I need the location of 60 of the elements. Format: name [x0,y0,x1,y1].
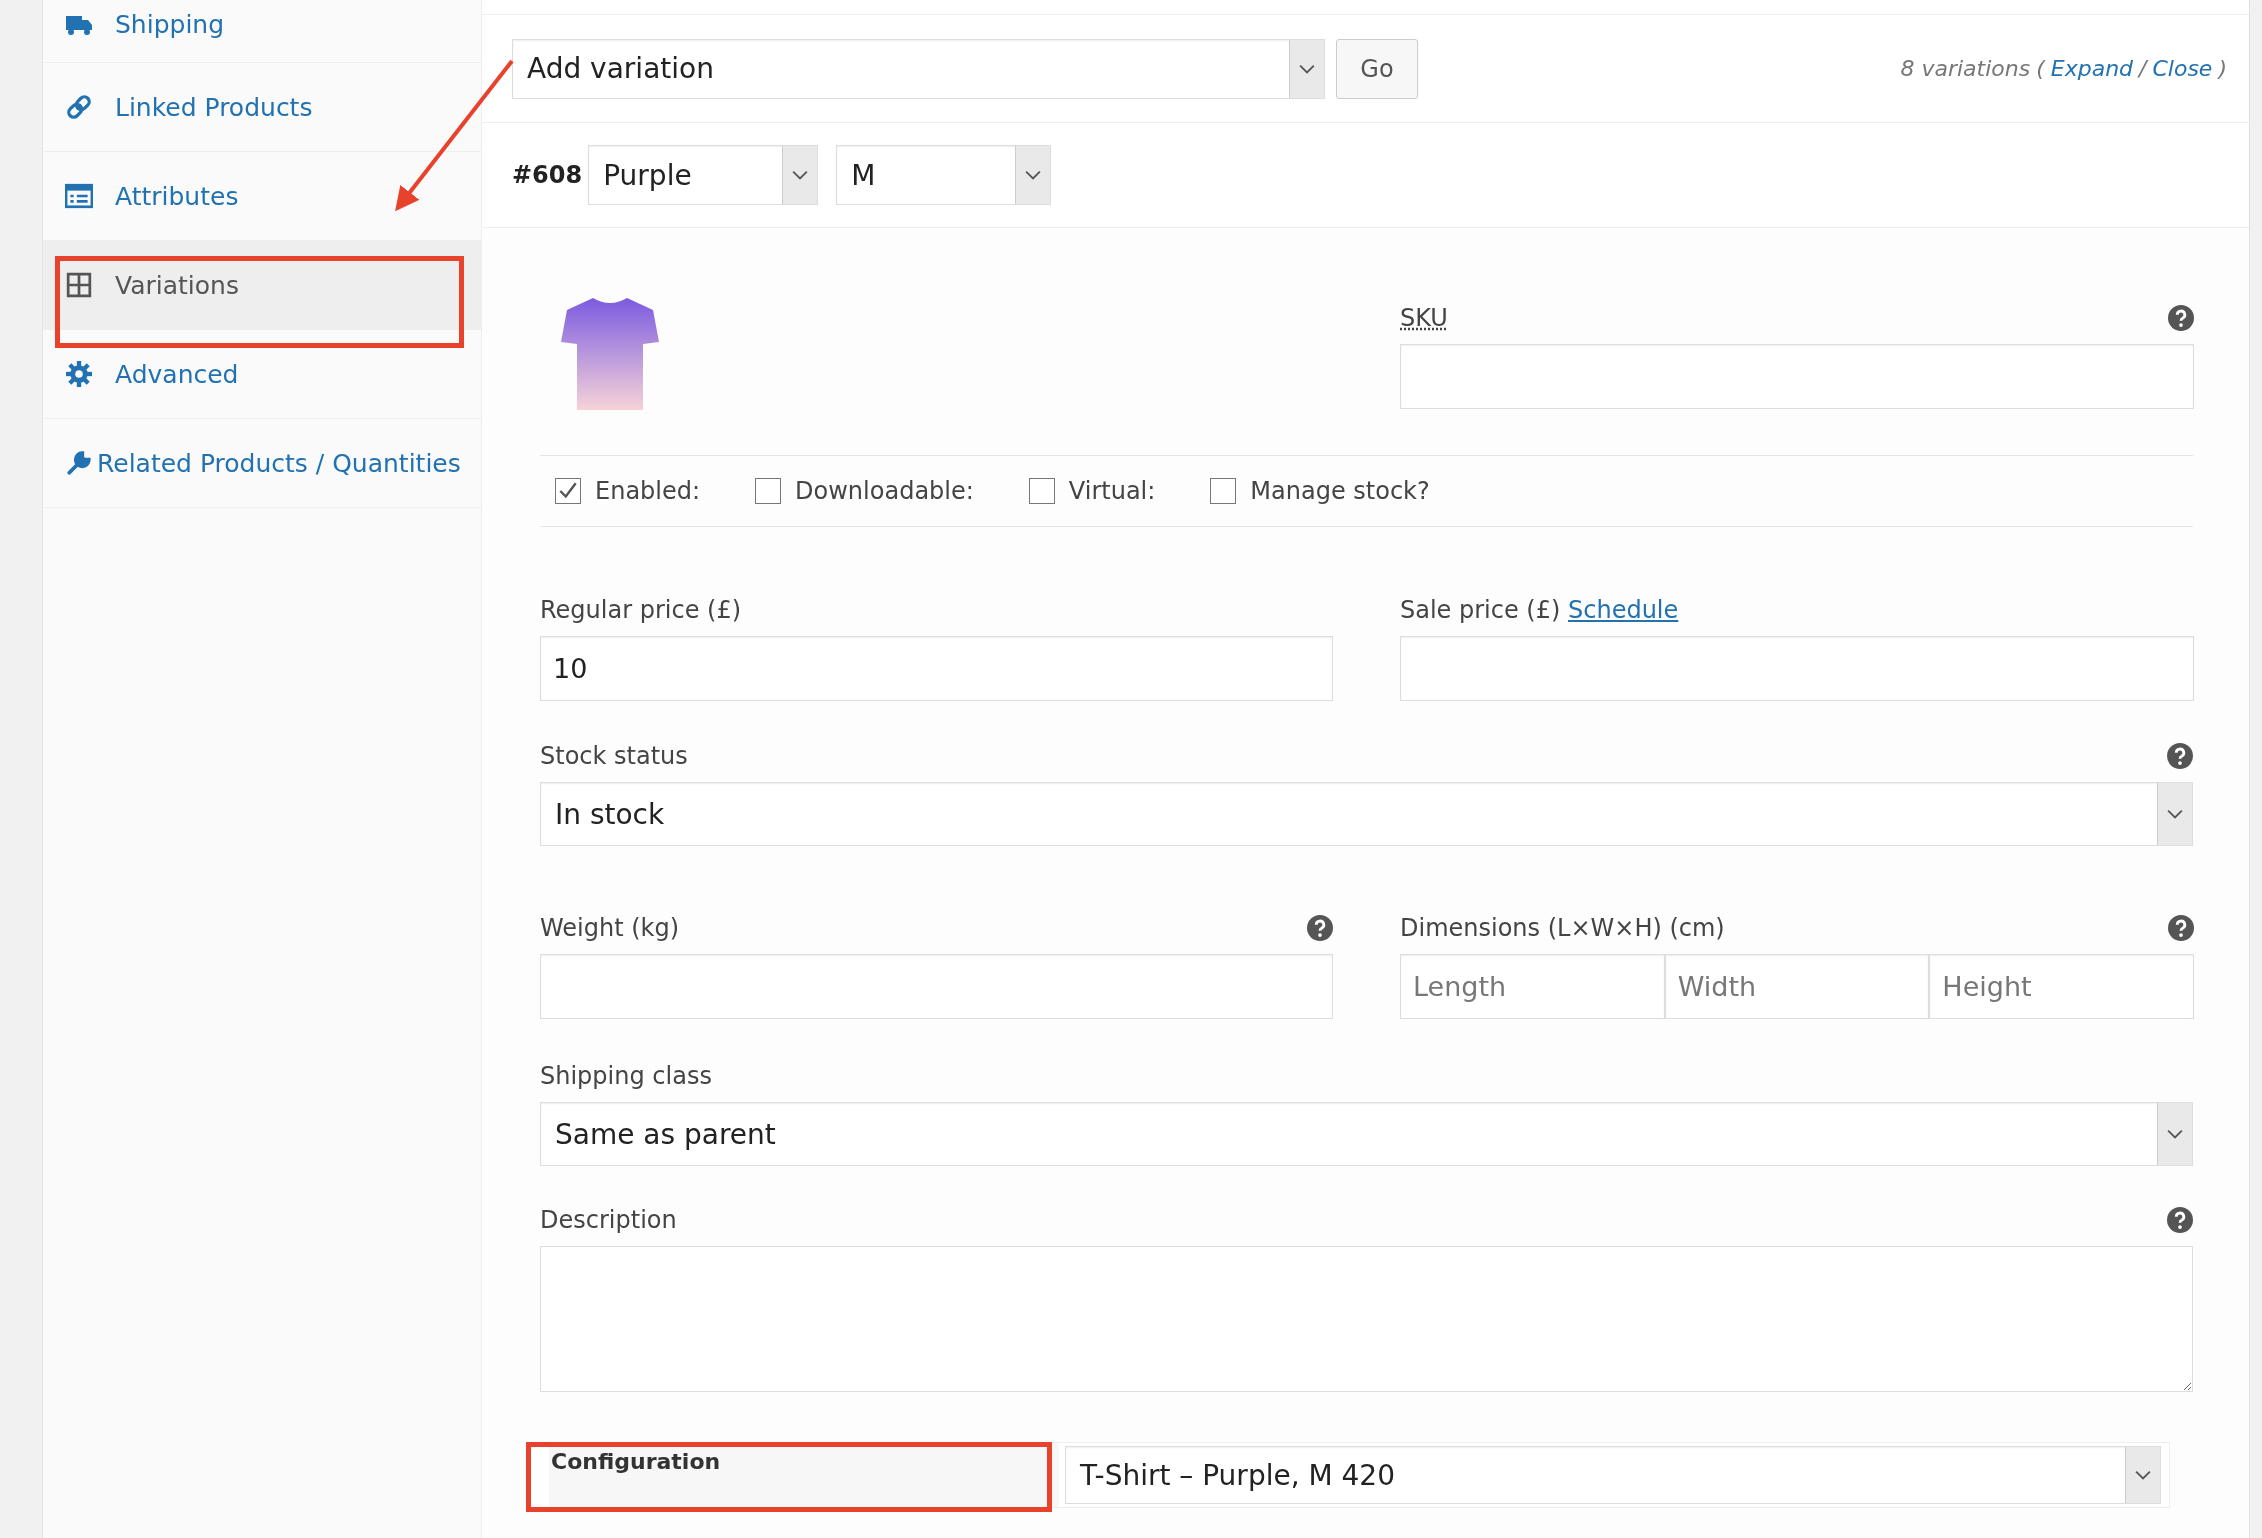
sidebar-tab[interactable]: Shipping [43,0,481,63]
parenthesis: ( [2036,56,2045,81]
field-label: Weight (kg) [540,914,680,942]
sidebar-tab[interactable]: Advanced [43,330,481,419]
field-label: Regular price (£) [540,596,742,624]
checkbox-label: Enabled: [595,477,701,505]
bulk-action-dropdown[interactable]: Add variation [512,38,1325,99]
checkbox-label: Manage stock? [1250,477,1430,505]
link-icon [65,94,93,120]
field-label: Stock status [540,742,688,770]
field-label: Configuration [551,1449,721,1474]
help-icon[interactable] [2167,1207,2193,1233]
sale-price-input[interactable] [1400,636,2194,701]
field-label: Sale price (£) [1400,596,1561,624]
sidebar-tab[interactable]: Linked Products [43,63,481,152]
field-label: Shipping class [540,1062,712,1090]
chevron-down-icon [1299,63,1315,74]
gear-icon [65,361,93,387]
attribute-dropdown[interactable]: Purple [588,145,819,205]
regular-price-input[interactable]: 10 [540,636,1333,701]
chevron-down-icon [2167,809,2183,819]
checkbox-label: Virtual: [1068,477,1156,505]
shipping-class-dropdown[interactable]: Same as parent [540,1102,2193,1166]
field-label: Description [540,1206,677,1234]
help-icon[interactable] [2168,915,2194,941]
configuration-dropdown[interactable]: T-Shirt – Purple, M 420 [1065,1446,2161,1504]
dimension-input[interactable]: Width [1664,954,1930,1019]
expand-link[interactable]: Expand [2050,56,2134,81]
variation-count: 8 variations [1900,56,2031,81]
checkbox-label: Downloadable: [795,477,974,505]
help-icon[interactable] [2168,305,2194,331]
attribute-dropdown[interactable]: M [836,145,1052,205]
stock-status-dropdown[interactable]: In stock [540,782,2193,846]
chevron-down-icon [2167,1129,2183,1139]
schedule-link[interactable]: Schedule [1568,596,1679,624]
help-icon[interactable] [1307,915,1333,941]
field-label: SKU [1400,304,1448,332]
checkbox[interactable] [555,478,581,504]
help-icon[interactable] [2167,743,2193,769]
checkbox[interactable] [755,478,782,504]
checkbox[interactable] [1028,478,1055,504]
sku-input[interactable] [1400,344,2194,409]
chevron-down-icon [1025,170,1042,180]
close-link[interactable]: Close [2152,56,2213,81]
variation-id: #608 [512,161,583,189]
dimension-input[interactable]: Length [1400,954,1665,1019]
parenthesis: ) [2218,56,2227,81]
chevron-down-icon [2135,1470,2151,1480]
field-label: Dimensions (L×W×H) (cm) [1400,914,1725,942]
chevron-down-icon [792,170,809,180]
dimension-input[interactable]: Height [1929,954,2194,1019]
sidebar-tab[interactable]: Variations [43,241,481,330]
checkbox[interactable] [1210,478,1237,504]
go-button[interactable]: Go [1336,38,1418,99]
separator: / [2139,56,2147,81]
list-card-icon [65,183,93,209]
sidebar-tab[interactable]: Related Products / Quantities [43,419,481,508]
weight-input[interactable] [540,954,1333,1019]
wrench-icon [65,450,93,476]
grid-icon [65,272,93,298]
